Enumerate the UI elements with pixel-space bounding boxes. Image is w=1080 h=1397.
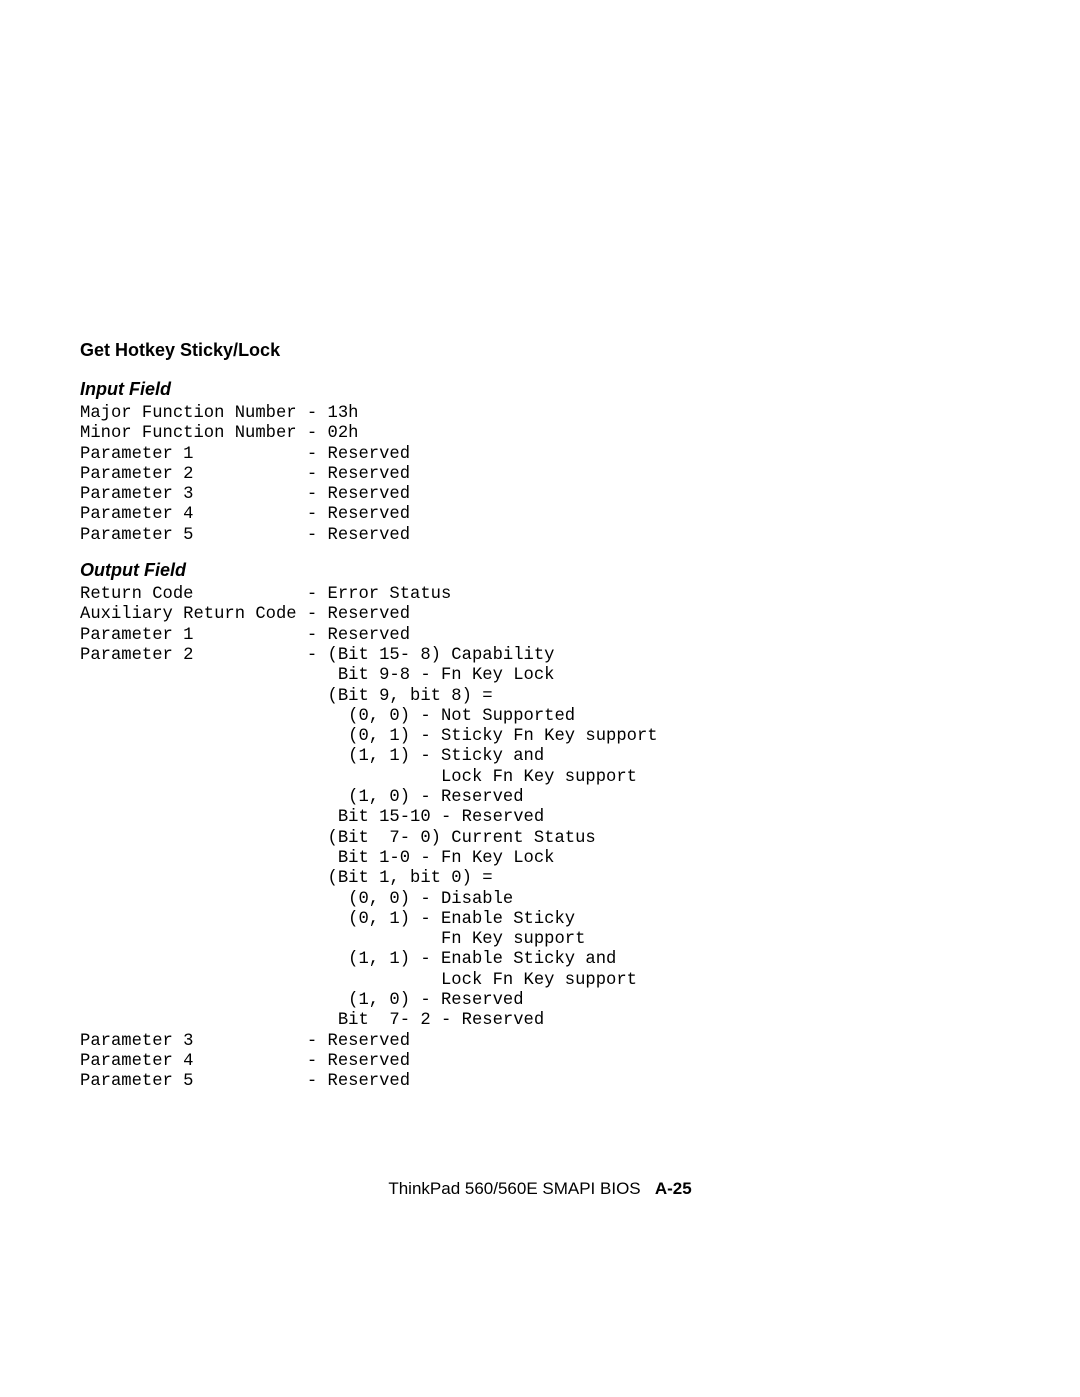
footer-doc-title: ThinkPad 560/560E SMAPI BIOS xyxy=(388,1179,640,1198)
input-field-heading: Input Field xyxy=(80,379,1000,400)
output-field-heading: Output Field xyxy=(80,560,1000,581)
section-title: Get Hotkey Sticky/Lock xyxy=(80,340,1000,361)
input-field-block: Major Function Number - 13h Minor Functi… xyxy=(80,404,1000,546)
footer-page-number: A-25 xyxy=(655,1179,692,1198)
page-footer: ThinkPad 560/560E SMAPI BIOS A-25 xyxy=(0,1179,1080,1199)
page-content: Get Hotkey Sticky/Lock Input Field Major… xyxy=(80,340,1000,1107)
output-field-block: Return Code - Error Status Auxiliary Ret… xyxy=(80,585,1000,1092)
